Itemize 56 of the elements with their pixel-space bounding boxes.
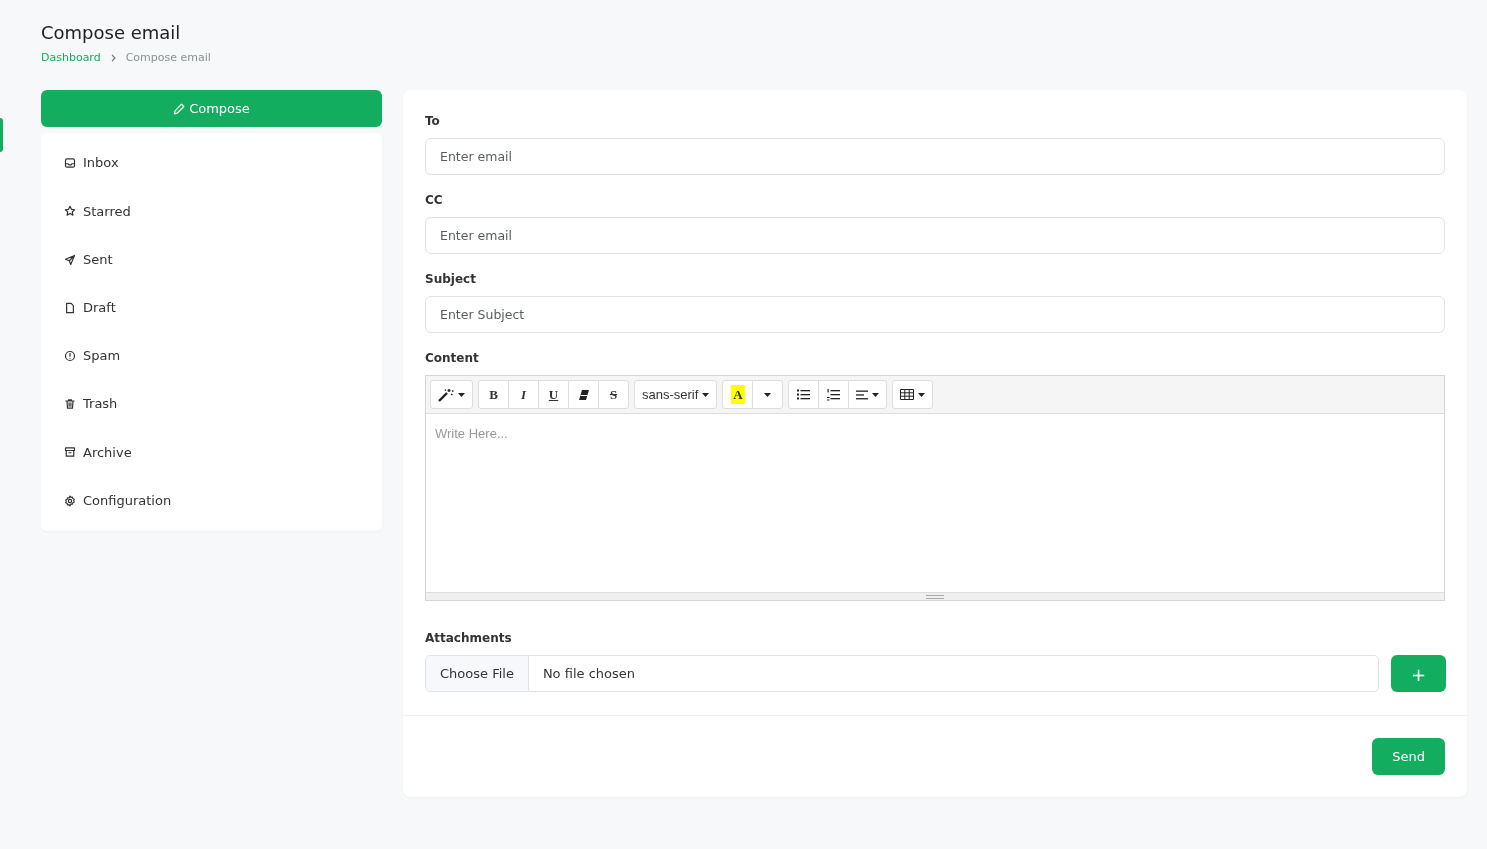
settings-icon: [64, 494, 76, 507]
toolbar-button[interactable]: B: [478, 380, 509, 410]
folder-link[interactable]: Archive: [41, 428, 382, 477]
paper-plane-icon: [64, 253, 76, 266]
caret-icon: [872, 392, 880, 397]
folder-link[interactable]: Inbox: [41, 139, 382, 188]
inbox-tray-icon: [64, 157, 76, 170]
page-title: Compose email: [41, 22, 182, 44]
star-icon: [64, 205, 76, 218]
toolbar-button[interactable]: [430, 380, 473, 410]
bulleted-list-icon: [797, 389, 811, 401]
toolbar-button[interactable]: [568, 380, 599, 410]
file-input-field[interactable]: Choose File No file chosen: [425, 655, 1379, 693]
trash-icon: [64, 398, 76, 411]
exclamation-circle-icon: [64, 349, 76, 362]
toolbar-button[interactable]: [788, 380, 820, 410]
email-input-field[interactable]: Enter email: [425, 217, 1445, 255]
toolbar-button[interactable]: U: [538, 380, 569, 410]
file-status-text: No file chosen: [541, 664, 635, 683]
toolbar-button[interactable]: [818, 380, 850, 410]
align-left-icon: [856, 389, 869, 400]
table-icon: [900, 389, 915, 401]
caret-icon: [702, 392, 710, 397]
email-input-field[interactable]: Enter Subject: [425, 296, 1445, 334]
magic-wand-icon: [438, 387, 454, 402]
field-label: CC: [425, 192, 444, 210]
toolbar-button[interactable]: A: [722, 380, 754, 410]
field-label: Attachments: [425, 630, 513, 648]
folder-link[interactable]: Spam: [41, 331, 382, 381]
archive-box-icon: [64, 446, 76, 459]
pencil-icon: [173, 102, 186, 115]
toolbar-button[interactable]: [892, 380, 934, 410]
editor-placeholder: Write Here...: [435, 426, 508, 442]
caret-icon: [764, 392, 772, 397]
toolbar-button[interactable]: [848, 380, 888, 410]
field-label: To: [425, 113, 441, 131]
field-label: Subject: [425, 271, 477, 289]
folder-link[interactable]: Draft: [41, 283, 382, 332]
document-icon: [64, 301, 76, 314]
breadcrumb-current: Compose email: [125, 49, 211, 66]
folder-link[interactable]: Trash: [41, 380, 382, 429]
toolbar-button[interactable]: I: [508, 380, 539, 410]
toolbar-button[interactable]: S: [598, 380, 629, 410]
email-input-field[interactable]: Enter email: [425, 138, 1445, 176]
field-label: Content: [425, 350, 480, 368]
eraser-icon: [577, 388, 590, 401]
folder-link[interactable]: Sent: [41, 235, 382, 284]
chevron-icon: [110, 53, 116, 62]
choose-file-button[interactable]: Choose File: [426, 656, 529, 692]
grip-icon: [926, 594, 944, 599]
folder-link[interactable]: Starred: [41, 187, 382, 236]
folder-link[interactable]: Configuration: [41, 476, 382, 525]
caret-icon: [918, 392, 926, 397]
caret-icon: [458, 392, 465, 397]
toolbar-button[interactable]: sans-serif: [634, 380, 718, 410]
numbered-list-icon: [827, 388, 841, 401]
